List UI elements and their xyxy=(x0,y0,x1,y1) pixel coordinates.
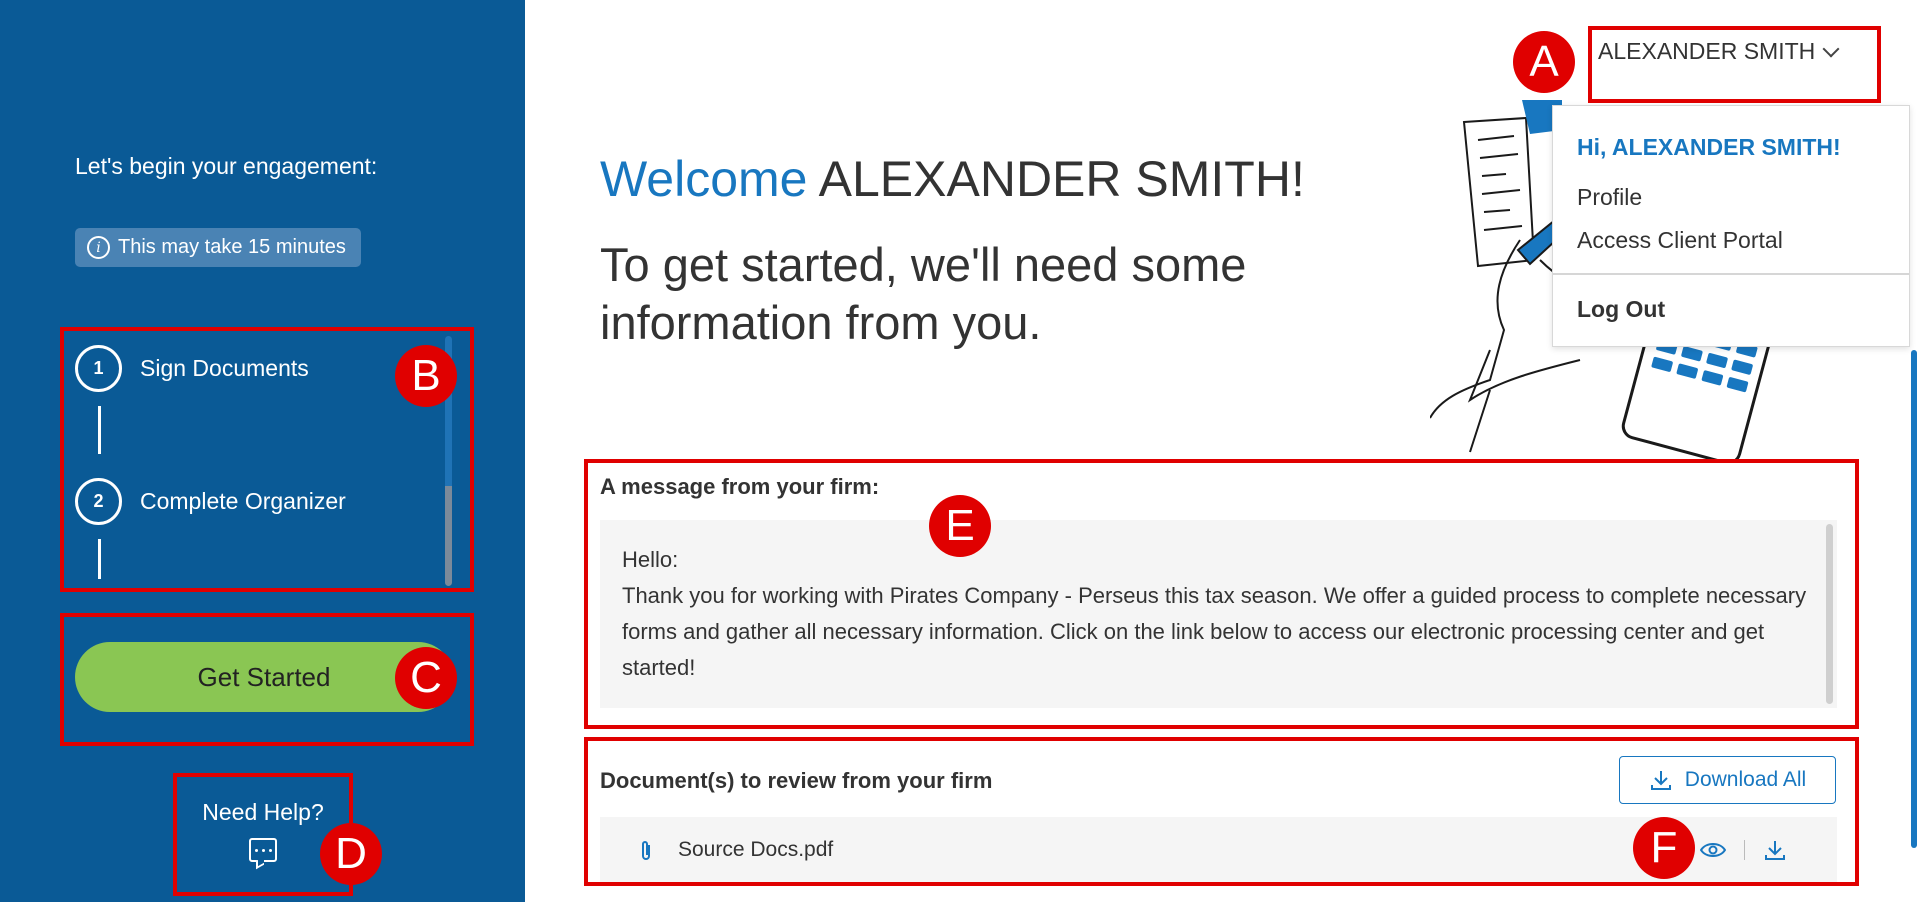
menu-item-logout[interactable]: Log Out xyxy=(1577,296,1665,323)
annotation-label-b: B xyxy=(395,345,457,407)
page-scrollbar[interactable] xyxy=(1911,350,1917,848)
annotation-label-e: E xyxy=(929,495,991,557)
info-icon: i xyxy=(87,236,110,259)
welcome-name: ALEXANDER SMITH! xyxy=(818,151,1305,207)
annotation-box-a xyxy=(1588,26,1881,103)
menu-item-client-portal[interactable]: Access Client Portal xyxy=(1577,227,1783,254)
annotation-label-f: F xyxy=(1633,817,1695,879)
user-dropdown-menu: Hi, ALEXANDER SMITH! Profile Access Clie… xyxy=(1552,105,1910,347)
engagement-intro: Let's begin your engagement: xyxy=(75,153,378,179)
welcome-subtitle: To get started, we'll need some informat… xyxy=(600,238,1247,349)
annotation-label-c: C xyxy=(395,647,457,709)
app-root: Let's begin your engagement: i This may … xyxy=(0,0,1920,902)
welcome-accent: Welcome xyxy=(600,151,808,207)
menu-item-profile[interactable]: Profile xyxy=(1577,184,1642,211)
annotation-box-e xyxy=(584,459,1859,729)
time-estimate-label: This may take 15 minutes xyxy=(118,236,346,258)
welcome-heading: Welcome ALEXANDER SMITH! xyxy=(600,150,1305,208)
dropdown-greeting: Hi, ALEXANDER SMITH! xyxy=(1577,134,1841,160)
time-estimate-badge: i This may take 15 minutes xyxy=(75,228,361,267)
dropdown-divider xyxy=(1553,273,1909,275)
annotation-label-d: D xyxy=(320,823,382,885)
annotation-label-a: A xyxy=(1513,31,1575,93)
